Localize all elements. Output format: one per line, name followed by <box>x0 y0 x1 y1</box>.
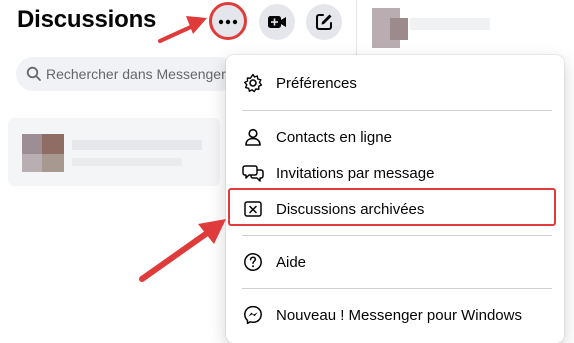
menu-item-preferences[interactable]: Préférences <box>234 65 556 101</box>
menu-divider <box>242 235 552 236</box>
person-icon <box>242 126 264 148</box>
menu-item-messenger-windows[interactable]: Nouveau ! Messenger pour Windows <box>234 297 556 333</box>
annotation-rectangle <box>228 188 556 226</box>
menu-item-label: Préférences <box>276 74 357 92</box>
messenger-logo-icon <box>242 304 264 326</box>
menu-divider <box>242 110 552 111</box>
page-title: Discussions <box>17 6 157 33</box>
annotation-circle <box>209 2 247 40</box>
search-field[interactable] <box>16 57 236 91</box>
header-name-blurred <box>410 18 490 30</box>
gear-icon <box>242 72 264 94</box>
menu-item-help[interactable]: Aide <box>234 244 556 280</box>
chat-bubbles-icon <box>242 162 264 184</box>
new-message-button[interactable] <box>306 4 342 40</box>
menu-item-label: Nouveau ! Messenger pour Windows <box>276 306 522 324</box>
avatar <box>22 134 42 154</box>
menu-item-label: Contacts en ligne <box>276 128 392 146</box>
avatar <box>42 134 64 154</box>
video-plus-icon <box>268 16 286 28</box>
avatar <box>42 154 64 172</box>
compose-icon <box>316 14 332 30</box>
search-input[interactable] <box>46 57 236 91</box>
menu-item-label: Invitations par message <box>276 164 435 182</box>
conversation-item[interactable] <box>8 118 220 186</box>
conversation-name-blurred <box>72 140 202 150</box>
annotation-arrow-top <box>158 16 207 43</box>
menu-item-message-requests[interactable]: Invitations par message <box>234 155 556 191</box>
menu-item-label: Aide <box>276 253 307 271</box>
new-video-call-button[interactable] <box>259 4 295 40</box>
menu-item-active-contacts[interactable]: Contacts en ligne <box>234 119 556 155</box>
avatar <box>22 154 42 172</box>
conversation-preview-blurred <box>72 158 182 166</box>
avatar <box>390 18 408 40</box>
search-icon <box>26 66 41 81</box>
help-circle-icon <box>242 251 264 273</box>
menu-divider <box>242 288 552 289</box>
annotation-arrow-bottom <box>139 219 226 282</box>
